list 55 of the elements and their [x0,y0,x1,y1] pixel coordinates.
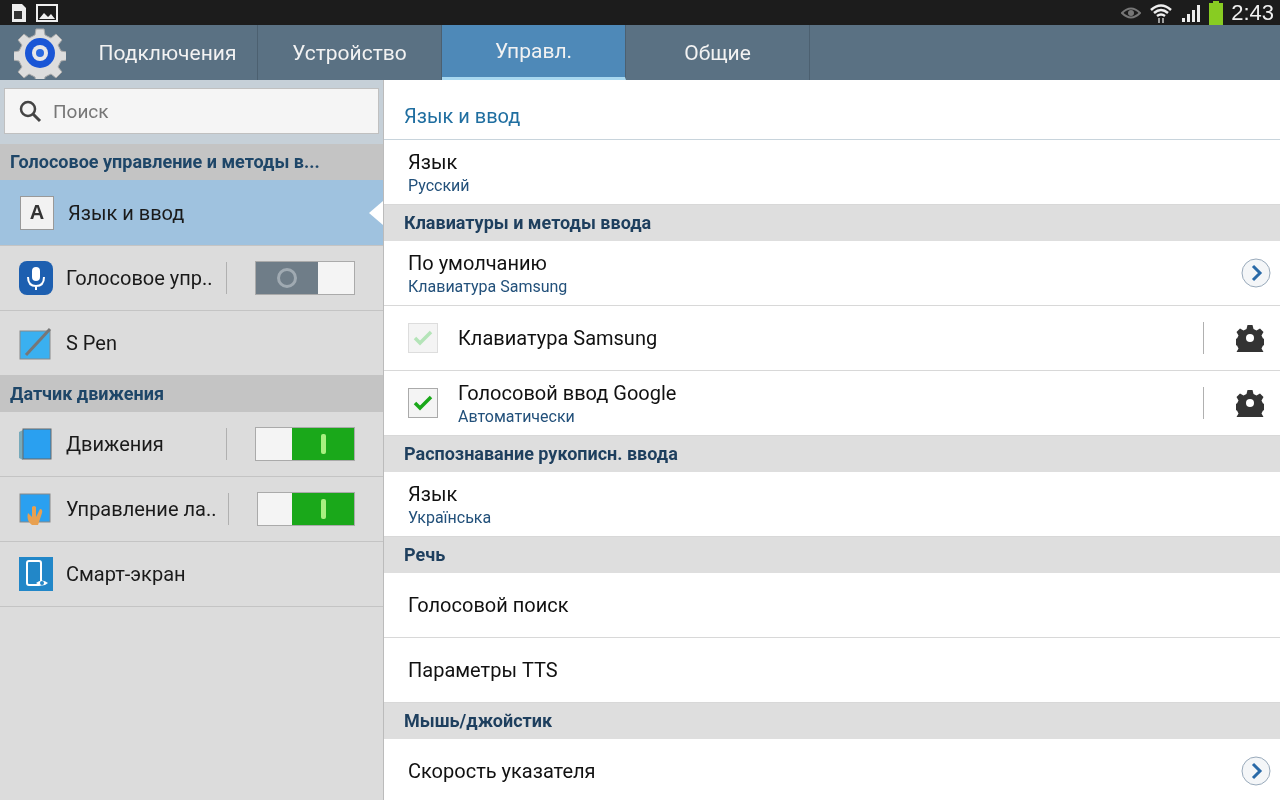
row-summary: Автоматически [458,406,576,426]
settings-row[interactable]: Скорость указателя [384,739,1280,800]
chevron-right-icon[interactable] [1240,257,1272,289]
settings-icon [14,26,66,79]
settings-row[interactable]: Голосовой поиск [384,573,1280,638]
pen-icon [18,325,54,361]
toggle-switch[interactable] [257,492,355,526]
row-title: Клавиатура Samsung [458,326,659,350]
toggle-switch[interactable] [255,261,355,295]
tablet-icon [18,426,54,462]
sidebar-item[interactable]: Движения [0,412,383,477]
section-header: Голосовое управление и методы в... [0,144,383,180]
smart-screen-icon [18,556,54,592]
wifi-icon [1149,1,1174,24]
row-title: Голосовой поиск [408,593,570,617]
item-label: Движения [66,432,165,456]
signal-icon [1181,2,1202,23]
settings-icon[interactable] [1236,389,1264,417]
item-label: Смарт-экран [66,562,187,586]
chevron-right-icon[interactable] [1240,755,1272,787]
item-label: Язык и ввод [68,200,186,225]
item-label: Управление ла.. [66,497,217,521]
row-title: По умолчанию [408,250,548,275]
microphone-icon [18,260,54,296]
sidebar-item[interactable]: Голосовое упр.. [0,246,383,311]
checkbox[interactable] [408,388,438,418]
row-summary: Русский [408,175,471,195]
battery-icon [1209,0,1224,25]
row-title: Язык [408,481,459,506]
item-label: S Pen [66,331,118,355]
hand-icon [18,491,54,527]
item-label: Голосовое упр.. [66,266,214,290]
row-title: Голосовой ввод Google [458,380,678,405]
clock-time: 2:43 [1231,0,1274,26]
row-summary: Українська [408,507,493,527]
eye-icon [1121,5,1142,20]
section-header: Речь [384,537,1280,573]
image-icon [36,2,58,23]
section-header: Клавиатуры и методы ввода [384,205,1280,241]
search-field[interactable]: Поиск [4,88,379,134]
row-title: Скорость указателя [408,759,597,783]
sim-card-icon [10,2,28,23]
settings-row[interactable]: По умолчанию Клавиатура Samsung [384,241,1280,306]
row-title: Язык [408,149,459,174]
panel-title: Язык и ввод [384,80,1280,140]
key-icon: A [20,195,54,230]
sidebar-item[interactable]: A Язык и ввод [0,180,383,246]
toggle-switch[interactable] [255,427,355,461]
sidebar-item[interactable]: Смарт-экран [0,542,383,607]
section-header: Распознавание рукописн. ввода [384,436,1280,472]
sidebar-item[interactable]: Управление ла.. [0,477,383,542]
row-title: Параметры TTS [408,658,559,682]
section-header: Мышь/джойстик [384,703,1280,739]
row-summary: Клавиатура Samsung [408,276,569,296]
section-header: Датчик движения [0,376,383,412]
